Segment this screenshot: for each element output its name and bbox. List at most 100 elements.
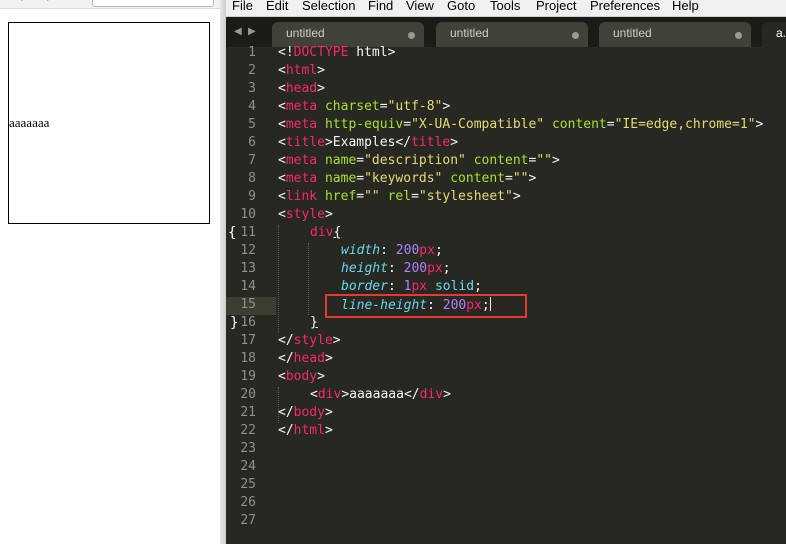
code-token: ; — [442, 261, 451, 276]
code-token: < — [278, 81, 286, 96]
code-token: body — [293, 405, 325, 420]
code-token: </ — [278, 351, 294, 366]
menu-goto[interactable]: Goto — [447, 0, 475, 14]
code-line-19: <body> — [278, 369, 325, 384]
line-number: 17 — [240, 333, 256, 348]
code-token: = — [411, 189, 419, 204]
tab-untitled-3[interactable]: untitled — [599, 22, 751, 47]
code-token: px — [411, 279, 428, 294]
code-token: head — [285, 81, 318, 96]
code-line-16: } — [310, 315, 318, 330]
code-token: "" — [536, 153, 552, 168]
code-token: aaaaaaa — [349, 387, 404, 402]
menu-preferences[interactable]: Preferences — [590, 0, 660, 14]
line-number: 2 — [248, 63, 256, 78]
menu-view[interactable]: View — [406, 0, 434, 14]
code-token: "IE=edge,chrome=1" — [614, 117, 756, 132]
unsaved-dot-icon[interactable] — [408, 32, 415, 39]
fold-marker-open-icon[interactable]: { — [228, 225, 236, 241]
menu-find[interactable]: Find — [368, 0, 393, 14]
tab-untitled-2[interactable]: untitled — [436, 22, 588, 47]
code-token: } — [310, 315, 318, 330]
code-line-12: width: 200px; — [341, 243, 443, 258]
code-token: > — [324, 423, 333, 438]
code-token: < — [278, 153, 286, 168]
line-number: 3 — [248, 81, 256, 96]
address-bar[interactable] — [92, 0, 214, 7]
line-number: 19 — [240, 369, 256, 384]
code-line-7: <meta name="description" content=""> — [278, 153, 560, 168]
forward-arrow-icon[interactable]: → — [40, 0, 52, 6]
code-token: name — [324, 171, 357, 186]
line-number: 20 — [240, 387, 256, 402]
code-token: div — [419, 387, 444, 402]
menu-selection[interactable]: Selection — [302, 0, 355, 14]
code-token: rel — [387, 189, 412, 204]
code-token: > — [443, 387, 451, 402]
tab-active-file[interactable]: a. — [762, 22, 786, 47]
indent-guide — [308, 243, 309, 315]
code-token: link — [285, 189, 318, 204]
code-token: "utf-8" — [387, 99, 443, 114]
code-token: </ — [278, 333, 294, 348]
code-line-8: <meta name="keywords" content=""> — [278, 171, 536, 186]
code-token: > — [324, 135, 333, 150]
code-token: style — [285, 207, 325, 222]
tab-label: a. — [776, 26, 786, 40]
line-number: 4 — [248, 99, 256, 114]
back-arrow-icon[interactable]: ← — [18, 0, 30, 6]
tab-untitled-1[interactable]: untitled — [272, 22, 424, 47]
code-token: = — [379, 99, 388, 114]
line-number: 22 — [240, 423, 256, 438]
menu-help[interactable]: Help — [672, 0, 699, 14]
code-token: > — [442, 99, 451, 114]
unsaved-dot-icon[interactable] — [572, 32, 579, 39]
line-number: 5 — [248, 117, 256, 132]
code-token: name — [324, 153, 357, 168]
line-number: 21 — [240, 405, 256, 420]
code-line-10: <style> — [278, 207, 333, 222]
line-number: 12 — [240, 243, 256, 258]
code-line-6: <title>Examples</title> — [278, 135, 458, 150]
code-token: <! — [278, 45, 294, 60]
tab-scroll-left-icon[interactable]: ◀ — [234, 26, 242, 37]
code-token: px — [419, 243, 435, 258]
code-token: = — [606, 117, 615, 132]
menu-file[interactable]: File — [232, 0, 253, 14]
code-token: 200 — [395, 243, 420, 258]
code-line-20: <div>aaaaaaa</div> — [310, 387, 451, 402]
code-token: html> — [348, 45, 396, 60]
unsaved-dot-icon[interactable] — [735, 32, 742, 39]
tab-scroll-right-icon[interactable]: ▶ — [248, 26, 256, 37]
code-line-3: <head> — [278, 81, 325, 96]
code-token: > — [551, 153, 560, 168]
code-token: 200 — [403, 261, 428, 276]
line-number: 26 — [240, 495, 256, 510]
code-token: = — [356, 171, 365, 186]
browser-toolbar: ← → — [0, 0, 220, 9]
menu-tools[interactable]: Tools — [490, 0, 520, 14]
fold-marker-close-icon[interactable]: } — [230, 315, 238, 331]
menu-edit[interactable]: Edit — [266, 0, 288, 14]
line-number: 27 — [240, 513, 256, 528]
code-line-5: <meta http-equiv="X-UA-Compatible" conte… — [278, 117, 763, 132]
code-line-1: <!DOCTYPE html> — [278, 45, 395, 60]
code-area[interactable]: 1 2 3 4 5 6 7 8 9 10 11 12 13 14 15 16 1… — [226, 45, 786, 544]
line-number: 7 — [248, 153, 256, 168]
menu-project[interactable]: Project — [536, 0, 576, 14]
line-number: 14 — [240, 279, 256, 294]
code-token: body — [285, 369, 318, 384]
code-token: </ — [395, 135, 412, 150]
code-token: = — [356, 189, 365, 204]
indent-guide — [278, 225, 279, 333]
tab-label: untitled — [613, 26, 652, 40]
code-token: < — [278, 369, 286, 384]
line-number: 23 — [240, 441, 256, 456]
tab-bar: ◀ ▶ untitled untitled untitled a. — [226, 17, 786, 47]
code-token: style — [293, 333, 333, 348]
code-token: : — [387, 279, 404, 294]
